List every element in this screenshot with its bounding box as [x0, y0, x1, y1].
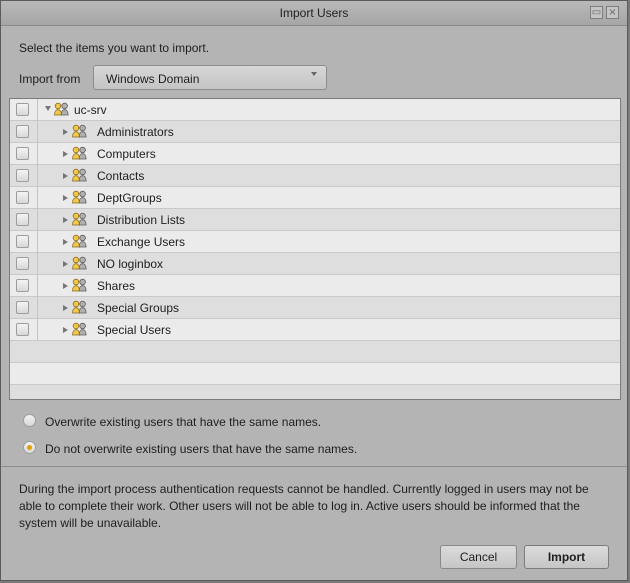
empty-row [10, 363, 620, 385]
no-overwrite-radio[interactable] [23, 441, 36, 454]
checkbox-column [10, 319, 38, 340]
group-icon [71, 234, 88, 249]
checkbox-column [10, 275, 38, 296]
row-checkbox[interactable] [16, 191, 29, 204]
tree-row-label: Contacts [97, 169, 145, 183]
row-checkbox[interactable] [16, 301, 29, 314]
group-icon [71, 124, 88, 139]
empty-row [10, 385, 620, 399]
expand-right-icon[interactable] [63, 195, 68, 201]
import-button[interactable]: Import [524, 545, 609, 569]
window-title: Import Users [279, 6, 349, 20]
checkbox-column [10, 297, 38, 318]
group-icon [71, 168, 88, 183]
overwrite-radio[interactable] [23, 414, 36, 427]
tree-row-label: NO loginbox [97, 257, 164, 271]
no-overwrite-option[interactable]: Do not overwrite existing users that hav… [23, 438, 423, 460]
checkbox-column [10, 121, 38, 142]
tree-row-label: Shares [97, 279, 136, 293]
expand-right-icon[interactable] [63, 283, 68, 289]
import-users-dialog: Import Users ▭ × Select the items you wa… [0, 0, 628, 581]
title-bar: Import Users ▭ × [1, 1, 627, 26]
expand-right-icon[interactable] [63, 327, 68, 333]
instruction-text: Select the items you want to import. [19, 41, 210, 55]
close-icon[interactable]: × [606, 6, 619, 19]
tree-row-label: Distribution Lists [97, 213, 186, 227]
row-checkbox[interactable] [16, 323, 29, 336]
row-checkbox[interactable] [16, 103, 29, 116]
expand-right-icon[interactable] [63, 173, 68, 179]
tree-row-label: Special Groups [97, 301, 180, 315]
group-icon [71, 300, 88, 315]
row-checkbox[interactable] [16, 125, 29, 138]
tree-row-label: Exchange Users [97, 235, 186, 249]
tree-row[interactable]: Distribution Lists [10, 209, 620, 231]
tree-row-label: Administrators [97, 125, 174, 139]
expand-right-icon[interactable] [63, 217, 68, 223]
expand-right-icon[interactable] [63, 129, 68, 135]
checkbox-column [10, 99, 38, 120]
group-icon [71, 322, 88, 337]
row-checkbox[interactable] [16, 213, 29, 226]
checkbox-column [10, 253, 38, 274]
group-icon [71, 190, 88, 205]
group-icon [53, 102, 70, 117]
minimize-icon[interactable]: ▭ [590, 6, 603, 19]
group-icon [71, 146, 88, 161]
row-checkbox[interactable] [16, 147, 29, 160]
expand-right-icon[interactable] [63, 305, 68, 311]
row-checkbox[interactable] [16, 235, 29, 248]
tree-row[interactable]: Special Groups [10, 297, 620, 319]
no-overwrite-label: Do not overwrite existing users that hav… [45, 442, 358, 456]
row-checkbox[interactable] [16, 279, 29, 292]
tree-rows: uc-srv Administrators Computers Contacts Dep… [10, 99, 620, 399]
checkbox-column [10, 165, 38, 186]
expand-right-icon[interactable] [63, 239, 68, 245]
tree-row-label: Special Users [97, 323, 172, 337]
checkbox-column [10, 143, 38, 164]
tree-row[interactable]: Computers [10, 143, 620, 165]
checkbox-column [10, 209, 38, 230]
expand-right-icon[interactable] [63, 151, 68, 157]
chevron-down-icon [311, 72, 317, 76]
row-checkbox[interactable] [16, 169, 29, 182]
empty-row [10, 341, 620, 363]
checkbox-column [10, 231, 38, 252]
tree-row[interactable]: NO loginbox [10, 253, 620, 275]
tree-row[interactable]: Exchange Users [10, 231, 620, 253]
group-icon [71, 212, 88, 227]
expand-down-icon[interactable] [45, 106, 51, 111]
tree-row-label: Computers [97, 147, 156, 161]
tree-row-label: uc-srv [74, 103, 107, 117]
import-from-label: Import from [19, 72, 81, 86]
import-source-select[interactable]: Windows Domain [93, 65, 327, 90]
tree-row[interactable]: Special Users [10, 319, 620, 341]
tree-row[interactable]: Administrators [10, 121, 620, 143]
cancel-button[interactable]: Cancel [440, 545, 517, 569]
users-tree[interactable]: uc-srv Administrators Computers Contacts Dep… [9, 98, 621, 400]
group-icon [71, 278, 88, 293]
row-checkbox[interactable] [16, 257, 29, 270]
tree-row[interactable]: DeptGroups [10, 187, 620, 209]
checkbox-column [10, 187, 38, 208]
tree-row[interactable]: Contacts [10, 165, 620, 187]
divider [1, 466, 627, 467]
overwrite-option[interactable]: Overwrite existing users that have the s… [23, 411, 423, 433]
import-warning-text: During the import process authentication… [19, 482, 589, 530]
group-icon [71, 256, 88, 271]
tree-row[interactable]: Shares [10, 275, 620, 297]
overwrite-label: Overwrite existing users that have the s… [45, 415, 322, 429]
tree-root-row[interactable]: uc-srv [10, 99, 620, 121]
tree-row-label: DeptGroups [97, 191, 162, 205]
expand-right-icon[interactable] [63, 261, 68, 267]
import-source-value: Windows Domain [106, 72, 200, 86]
